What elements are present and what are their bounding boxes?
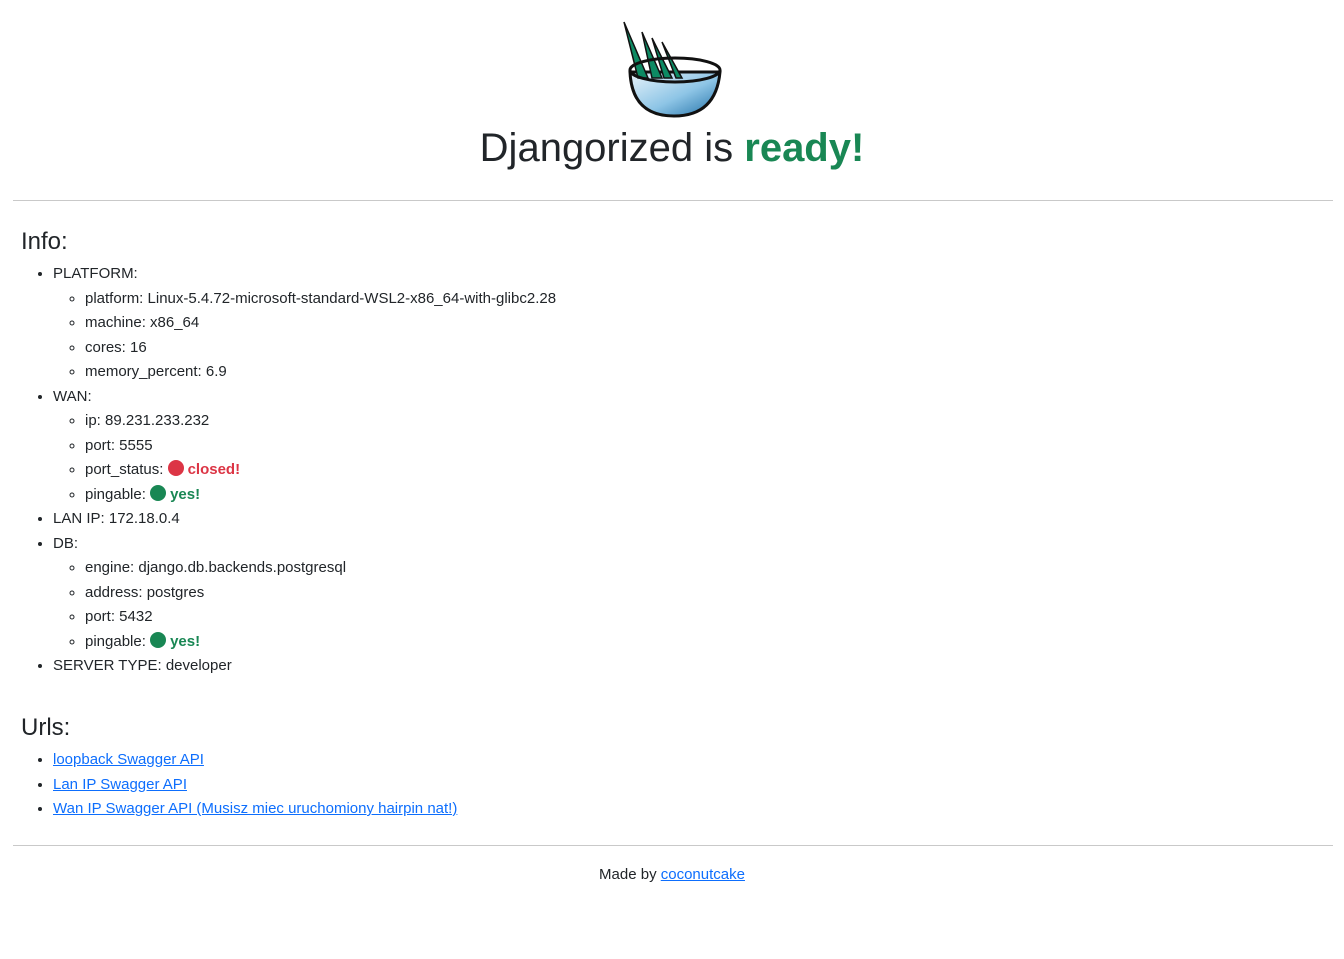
url-item: Wan IP Swagger API (Musisz miec uruchomi…: [53, 797, 457, 822]
db-engine: engine: django.db.backends.postgresql: [85, 556, 556, 581]
green-status-dot-icon: [150, 484, 167, 501]
wan-port-status: port_status: closed!: [85, 458, 556, 483]
wan-pingable-value: yes!: [170, 485, 201, 503]
wan-ip: ip: 89.231.233.232: [85, 409, 556, 434]
red-status-dot-icon: [167, 460, 184, 476]
page-header: Djangorized is ready!: [0, 0, 1344, 200]
header-divider: [13, 200, 1333, 201]
lan-ip-item: LAN IP: 172.18.0.4: [53, 507, 556, 532]
db-item: DB: engine: django.db.backends.postgresq…: [53, 532, 556, 655]
title-ready-status: ready!: [744, 126, 865, 170]
info-list: PLATFORM: platform: Linux-5.4.72-microso…: [53, 262, 556, 679]
db-label: DB:: [53, 534, 79, 552]
port-status-value: closed!: [187, 461, 241, 478]
footer-divider: [13, 845, 1333, 846]
wan-pingable: pingable: yes!: [85, 483, 556, 508]
server-type-item: SERVER TYPE: developer: [53, 654, 556, 679]
made-by-text: Made by: [599, 866, 661, 883]
db-pingable: pingable: yes!: [85, 630, 556, 655]
wan-swagger-link[interactable]: Wan IP Swagger API (Musisz miec uruchomi…: [53, 800, 457, 817]
urls-list: loopback Swagger API Lan IP Swagger API …: [53, 748, 457, 822]
wan-pingable-label: pingable:: [85, 485, 146, 503]
url-item: loopback Swagger API: [53, 748, 457, 773]
wan-port: port: 5555: [85, 434, 556, 459]
platform-label: PLATFORM:: [53, 265, 138, 282]
green-status-dot-icon: [150, 631, 167, 648]
port-status-label: port_status:: [85, 461, 164, 478]
list-item: memory_percent: 6.9: [85, 360, 556, 385]
list-item: cores: 16: [85, 336, 556, 361]
footer: Made by coconutcake: [0, 864, 1344, 886]
list-item: platform: Linux-5.4.72-microsoft-standar…: [85, 287, 556, 312]
page-title: Djangorized is ready!: [0, 124, 1344, 172]
db-address: address: postgres: [85, 581, 556, 606]
platform-details: platform: Linux-5.4.72-microsoft-standar…: [53, 287, 556, 385]
db-details: engine: django.db.backends.postgresql ad…: [53, 556, 556, 654]
loopback-swagger-link[interactable]: loopback Swagger API: [53, 751, 204, 768]
url-item: Lan IP Swagger API: [53, 773, 457, 798]
author-link[interactable]: coconutcake: [661, 866, 745, 883]
info-heading: Info:: [21, 228, 68, 255]
django-bowl-logo-icon: [623, 21, 722, 118]
wan-details: ip: 89.231.233.232 port: 5555 port_statu…: [53, 409, 556, 507]
urls-heading: Urls:: [21, 714, 71, 741]
wan-item: WAN: ip: 89.231.233.232 port: 5555 port_…: [53, 385, 556, 508]
list-item: machine: x86_64: [85, 311, 556, 336]
lan-swagger-link[interactable]: Lan IP Swagger API: [53, 776, 187, 793]
db-pingable-label: pingable:: [85, 632, 146, 650]
platform-item: PLATFORM: platform: Linux-5.4.72-microso…: [53, 262, 556, 385]
db-pingable-value: yes!: [170, 632, 201, 650]
db-port: port: 5432: [85, 605, 556, 630]
title-prefix: Djangorized is: [479, 126, 745, 170]
wan-label: WAN:: [53, 387, 92, 405]
